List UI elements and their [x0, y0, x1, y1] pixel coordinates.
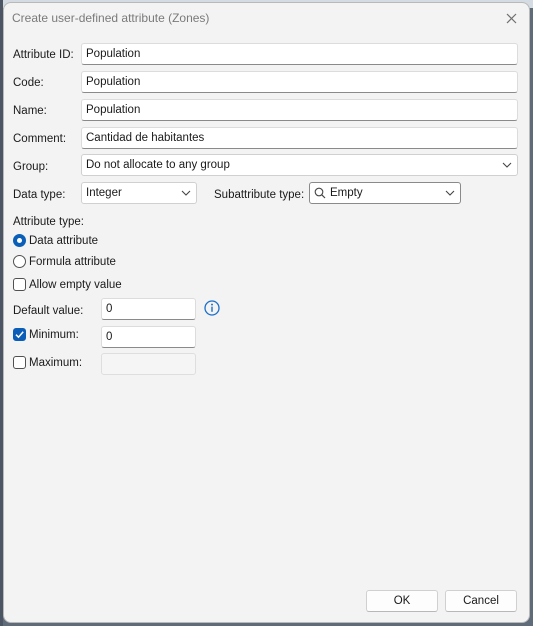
- allow-empty-label[interactable]: Allow empty value: [29, 278, 122, 292]
- group-dropdown[interactable]: Do not allocate to any group: [81, 154, 518, 176]
- data-type-label: Data type:: [13, 189, 66, 201]
- formula-attribute-label[interactable]: Formula attribute: [29, 255, 116, 269]
- maximum-input: [101, 353, 196, 375]
- name-input[interactable]: Population: [81, 99, 518, 121]
- minimum-label[interactable]: Minimum:: [29, 328, 79, 342]
- code-label: Code:: [13, 77, 44, 89]
- data-attribute-radio[interactable]: [13, 234, 26, 247]
- chevron-down-icon: [445, 190, 455, 196]
- default-value-input[interactable]: 0: [101, 298, 196, 320]
- maximum-checkbox[interactable]: [13, 356, 26, 369]
- checkmark-icon: [15, 331, 24, 339]
- title-bar: Create user-defined attribute (Zones): [4, 3, 529, 33]
- minimum-checkbox[interactable]: [13, 328, 26, 341]
- close-icon[interactable]: [499, 7, 523, 29]
- cancel-button[interactable]: Cancel: [445, 590, 517, 612]
- data-type-dropdown[interactable]: Integer: [81, 182, 197, 204]
- attribute-id-label: Attribute ID:: [13, 49, 74, 61]
- group-dropdown-value: Do not allocate to any group: [86, 159, 230, 171]
- comment-input[interactable]: Cantidad de habitantes: [81, 127, 518, 149]
- info-icon[interactable]: [204, 300, 220, 316]
- allow-empty-checkbox[interactable]: [13, 278, 26, 291]
- attribute-id-input[interactable]: Population: [81, 43, 518, 65]
- subattribute-type-value: Empty: [330, 187, 363, 199]
- code-input[interactable]: Population: [81, 71, 518, 93]
- data-attribute-label[interactable]: Data attribute: [29, 234, 98, 248]
- create-attribute-dialog: Create user-defined attribute (Zones) At…: [3, 2, 530, 623]
- group-label: Group:: [13, 161, 49, 173]
- dialog-title: Create user-defined attribute (Zones): [12, 11, 210, 25]
- minimum-input[interactable]: 0: [101, 326, 196, 348]
- attribute-type-label: Attribute type:: [13, 216, 84, 228]
- search-icon: [314, 187, 326, 199]
- default-value-label: Default value:: [13, 305, 84, 317]
- data-type-dropdown-value: Integer: [86, 187, 122, 199]
- chevron-down-icon: [181, 190, 191, 196]
- formula-attribute-radio[interactable]: [13, 255, 26, 268]
- ok-button[interactable]: OK: [366, 590, 438, 612]
- chevron-down-icon: [502, 162, 512, 168]
- comment-label: Comment:: [13, 133, 67, 145]
- maximum-label[interactable]: Maximum:: [29, 356, 82, 370]
- subattribute-type-dropdown[interactable]: Empty: [309, 182, 461, 204]
- name-label: Name:: [13, 105, 47, 117]
- subattribute-type-label: Subattribute type:: [214, 189, 305, 201]
